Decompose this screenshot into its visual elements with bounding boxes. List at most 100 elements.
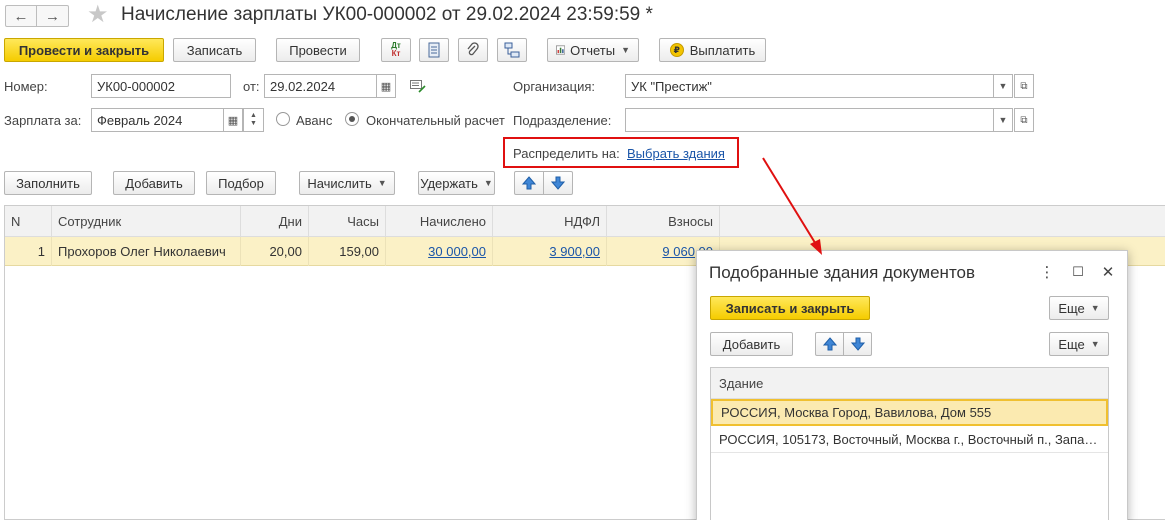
salary-calendar-button[interactable]: ▦ [223, 108, 243, 132]
department-label: Подразделение: [513, 113, 612, 128]
page-title: Начисление зарплаты УК00-000002 от 29.02… [121, 4, 653, 25]
salary-period-field[interactable]: Февраль 2024 [91, 108, 224, 132]
column-header[interactable]: Начислено [386, 206, 493, 237]
employee-cell: Прохоров Олег Николаевич [52, 237, 241, 266]
date-field[interactable]: 29.02.2024 [264, 74, 377, 98]
chevron-down-icon: ▼ [621, 45, 630, 55]
dt-kt-button[interactable]: Дт Кт [381, 38, 411, 62]
chevron-down-icon: ▼ [483, 178, 493, 188]
row-number: 1 [5, 237, 52, 266]
add-button[interactable]: Добавить [113, 171, 195, 195]
popup-title: Подобранные здания документов [709, 263, 976, 282]
open-window-icon: ⧉ [1020, 114, 1028, 126]
column-header[interactable]: НДФЛ [493, 206, 607, 237]
buildings-table: Здание РОССИЯ, Москва Город, Вавилова, Д… [710, 367, 1109, 520]
ndfl-cell: 3 900,00 [493, 237, 607, 266]
organization-open-button[interactable]: ⧉ [1014, 74, 1034, 98]
arrow-down-icon [850, 337, 865, 351]
number-label: Номер: [4, 79, 48, 94]
department-dropdown[interactable]: ▼ [993, 108, 1013, 132]
open-window-icon: ⧉ [1020, 80, 1028, 92]
column-header[interactable]: Здание [711, 368, 1108, 399]
popup-add-button[interactable]: Добавить [710, 332, 793, 356]
pay-button[interactable]: ₽ Выплатить [659, 38, 766, 62]
chevron-down-icon: ▼ [377, 178, 387, 188]
chevron-down-icon: ▼ [998, 81, 1008, 91]
arrow-up-icon [822, 337, 837, 351]
move-down-button[interactable] [543, 171, 573, 195]
more-options-icon[interactable]: ⋮ [1038, 263, 1056, 281]
organization-label: Организация: [513, 79, 596, 94]
more-button-top[interactable]: Еще ▼ [1049, 296, 1109, 320]
paperclip-icon [467, 42, 479, 56]
save-button[interactable]: Записать [173, 38, 256, 62]
advance-radio[interactable] [276, 112, 290, 126]
column-header[interactable]: Сотрудник [52, 206, 241, 237]
calendar-icon: ▦ [380, 80, 392, 93]
salary-period-label: Зарплата за: [4, 113, 82, 128]
buildings-popup: Подобранные здания документов ⋮ ☐ ✕ Запи… [696, 250, 1128, 520]
post-and-close-button[interactable]: Провести и закрыть [4, 38, 164, 62]
distribute-label: Распределить на: [513, 146, 620, 161]
chevron-down-icon: ▼ [1090, 303, 1100, 313]
department-field[interactable] [625, 108, 994, 132]
final-calc-radio[interactable] [345, 112, 359, 126]
post-button[interactable]: Провести [276, 38, 360, 62]
arrow-down-icon [551, 176, 565, 190]
accrued-link[interactable]: 30 000,00 [428, 244, 486, 259]
coin-icon: ₽ [669, 43, 684, 57]
column-header[interactable]: Дни [241, 206, 309, 237]
department-open-button[interactable]: ⧉ [1014, 108, 1034, 132]
edit-comment-icon[interactable] [410, 80, 426, 96]
reports-button[interactable]: Отчеты ▼ [547, 38, 639, 62]
save-and-close-button[interactable]: Записать и закрыть [710, 296, 870, 320]
attach-button[interactable] [458, 38, 488, 62]
number-field[interactable]: УК00-000002 [91, 74, 231, 98]
hours-cell: 159,00 [309, 237, 386, 266]
organization-field[interactable]: УК "Престиж" [625, 74, 994, 98]
chart-icon [556, 45, 566, 55]
select-buildings-link[interactable]: Выбрать здания [627, 146, 725, 161]
table-header: N Сотрудник Дни Часы Начислено НДФЛ Взно… [5, 206, 1165, 237]
date-label: от: [243, 79, 260, 94]
withhold-button[interactable]: Удержать ▼ [418, 171, 495, 195]
structure-button[interactable] [497, 38, 527, 62]
list-item[interactable]: РОССИЯ, Москва Город, Вавилова, Дом 555 [711, 399, 1108, 426]
arrow-up-icon [522, 176, 536, 190]
chevron-down-icon: ▼ [250, 120, 257, 127]
arrow-left-icon: ← [13, 7, 29, 25]
dt-kt-icon: Дт Кт [391, 41, 401, 58]
back-button[interactable]: ← [5, 5, 37, 27]
star-icon[interactable]: ★ [87, 2, 109, 28]
forward-button[interactable]: → [37, 5, 69, 27]
calendar-icon: ▦ [227, 114, 239, 127]
period-stepper[interactable]: ▲ ▼ [243, 108, 264, 132]
maximize-icon[interactable]: ☐ [1069, 264, 1087, 280]
select-button[interactable]: Подбор [206, 171, 276, 195]
chevron-down-icon: ▼ [1090, 339, 1100, 349]
accrued-cell: 30 000,00 [386, 237, 493, 266]
column-header[interactable]: N [5, 206, 52, 237]
column-header[interactable]: Взносы [607, 206, 720, 237]
list-button[interactable] [419, 38, 449, 62]
organization-dropdown[interactable]: ▼ [993, 74, 1013, 98]
final-calc-label: Окончательный расчет [366, 113, 505, 128]
list-item[interactable]: РОССИЯ, 105173, Восточный, Москва г., Во… [711, 426, 1108, 453]
popup-move-down-button[interactable] [843, 332, 872, 356]
fill-button[interactable]: Заполнить [4, 171, 92, 195]
document-list-icon [428, 42, 440, 58]
popup-move-up-button[interactable] [815, 332, 844, 356]
ndfl-link[interactable]: 3 900,00 [549, 244, 600, 259]
column-header[interactable]: Часы [309, 206, 386, 237]
days-cell: 20,00 [241, 237, 309, 266]
accrue-button[interactable]: Начислить ▼ [299, 171, 395, 195]
chevron-down-icon: ▼ [998, 115, 1008, 125]
chevron-up-icon: ▲ [250, 112, 257, 119]
arrow-right-icon: → [45, 7, 60, 25]
move-up-button[interactable] [514, 171, 544, 195]
close-icon[interactable]: ✕ [1099, 263, 1117, 281]
calendar-button[interactable]: ▦ [376, 74, 396, 98]
more-button-bottom[interactable]: Еще ▼ [1049, 332, 1109, 356]
hierarchy-icon [504, 42, 520, 58]
advance-label: Аванс [296, 113, 333, 128]
